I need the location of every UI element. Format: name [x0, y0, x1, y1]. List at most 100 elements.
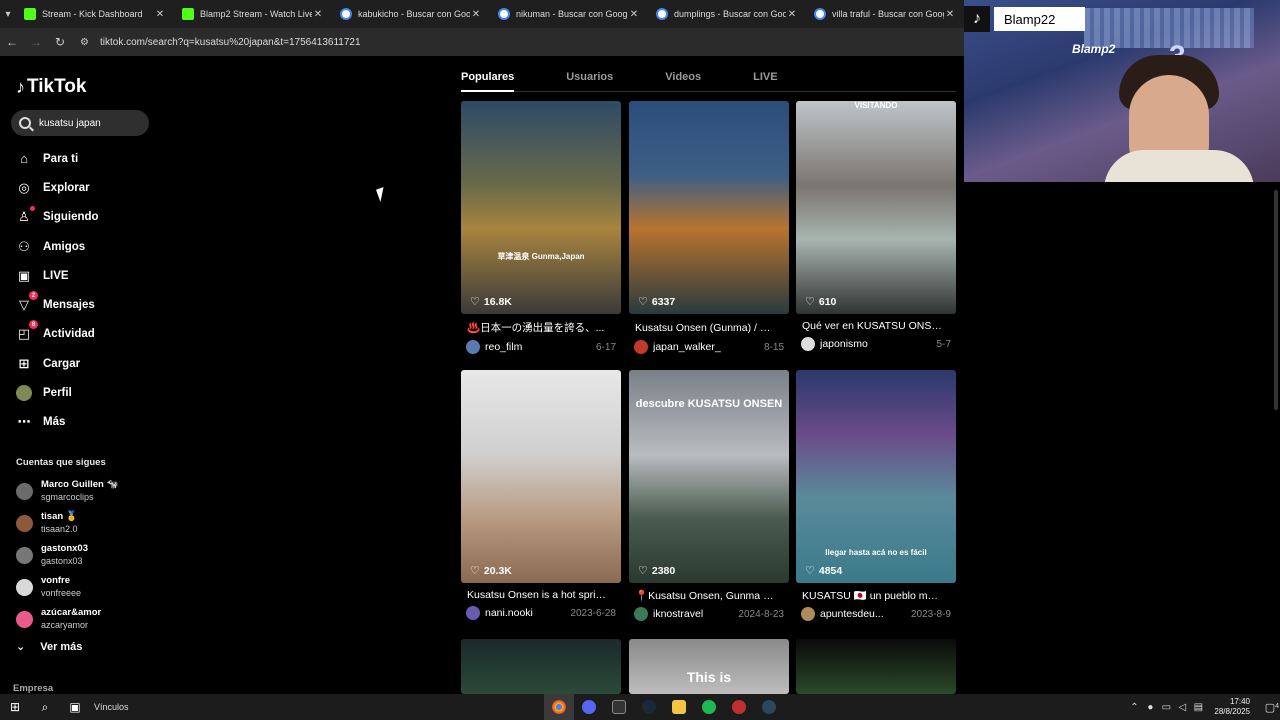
- keyboard-icon[interactable]: ▤: [1190, 702, 1206, 713]
- nav-item-actividad[interactable]: ◰ 8 Actividad: [0, 320, 160, 349]
- search-icon[interactable]: ⌕: [30, 694, 60, 720]
- video-card[interactable]: ♡ 6337 Kusatsu Onsen (Gunma) / 草... japan_…: [629, 101, 789, 354]
- nav-item-siguiendo[interactable]: ♙ Siguiendo: [0, 203, 160, 232]
- video-thumbnail[interactable]: [461, 639, 621, 694]
- close-icon[interactable]: ✕: [786, 9, 798, 20]
- following-item[interactable]: gastonx03 gastonx03: [16, 539, 156, 571]
- chevron-up-icon[interactable]: ⌃: [1126, 702, 1142, 713]
- close-icon[interactable]: ✕: [312, 9, 324, 20]
- chevron-down-icon[interactable]: ▾: [0, 0, 16, 28]
- browser-tab[interactable]: Blamp2 Stream - Watch Live on ✕: [174, 0, 332, 28]
- google-favicon-icon: [814, 8, 826, 20]
- tiktok-logo[interactable]: ♪ TikTok: [16, 76, 86, 98]
- avatar[interactable]: [801, 607, 815, 621]
- microphone-icon[interactable]: ●: [1142, 702, 1158, 713]
- avatar[interactable]: [634, 340, 648, 354]
- video-card[interactable]: 草津温泉 Gunma,Japan ♡ 16.8K ♨️日本一の湧出量を誇る、... r…: [461, 101, 621, 354]
- browser-tab[interactable]: dumplings - Buscar con Google ✕: [648, 0, 806, 28]
- tab-live[interactable]: LIVE: [753, 66, 777, 91]
- author-name[interactable]: iknostravel: [653, 608, 738, 620]
- browser-tab[interactable]: nikuman - Buscar con Google ✕: [490, 0, 648, 28]
- video-title[interactable]: Kusatsu Onsen (Gunma) / 草...: [629, 320, 775, 335]
- browser-tab[interactable]: Stream - Kick Dashboard ✕: [16, 0, 174, 28]
- video-card[interactable]: ♡ 20.3K Kusatsu Onsen is a hot sprin... na…: [461, 370, 621, 620]
- video-title[interactable]: KUSATSU 🇯🇵 un pueblo mági...: [796, 589, 942, 602]
- see-more-button[interactable]: ⌄ Ver más: [16, 640, 82, 654]
- reload-icon[interactable]: ↻: [48, 28, 72, 56]
- steam-icon[interactable]: [634, 694, 664, 720]
- obs-icon[interactable]: [724, 694, 754, 720]
- nav-item-live[interactable]: ▣ LIVE: [0, 261, 160, 290]
- video-card[interactable]: VISITANDO ♡ 610 Qué ver en KUSATSU ONSE... …: [796, 101, 956, 351]
- video-card[interactable]: [796, 639, 956, 694]
- nav-item-perfil[interactable]: Perfil: [0, 378, 160, 407]
- nav-item-mensajes[interactable]: ▽ 2 Mensajes: [0, 290, 160, 319]
- chrome-icon[interactable]: [543, 694, 574, 720]
- author-name[interactable]: nani.nooki: [485, 607, 570, 619]
- task-view-icon[interactable]: ▣: [60, 694, 90, 720]
- network-icon[interactable]: ▭: [1158, 702, 1174, 713]
- video-thumbnail[interactable]: descubre KUSATSU ONSEN ♡ 2380: [629, 370, 789, 583]
- nav-item-m-s[interactable]: ⋯ Más: [0, 408, 160, 437]
- video-card[interactable]: [461, 639, 621, 694]
- avatar[interactable]: [801, 337, 815, 351]
- video-thumbnail[interactable]: [796, 639, 956, 694]
- following-item[interactable]: Marco Guillen 🐄 sgmarcoclips: [16, 475, 156, 507]
- author-name[interactable]: japan_walker_: [653, 341, 764, 353]
- clock[interactable]: 17:40 28/8/2025: [1214, 697, 1250, 717]
- video-thumbnail[interactable]: ♡ 6337: [629, 101, 789, 314]
- close-icon[interactable]: ✕: [154, 9, 166, 20]
- scrollbar-thumb[interactable]: [1274, 190, 1278, 410]
- nav-item-cargar[interactable]: ⊞ Cargar: [0, 349, 160, 378]
- video-card[interactable]: llegar hasta acá no es fácil ♡ 4854 KUSATSU…: [796, 370, 956, 621]
- video-title[interactable]: Qué ver en KUSATSU ONSE...: [796, 320, 942, 332]
- epic-games-icon[interactable]: [604, 694, 634, 720]
- tab-videos[interactable]: Videos: [665, 66, 701, 91]
- browser-tab[interactable]: kabukicho - Buscar con Google ✕: [332, 0, 490, 28]
- author-name[interactable]: apuntesdeu...: [820, 608, 911, 620]
- close-icon[interactable]: ✕: [944, 9, 956, 20]
- video-card[interactable]: descubre KUSATSU ONSEN ♡ 2380 📍Kusatsu Onse…: [629, 370, 789, 621]
- following-item[interactable]: tisan 🏅 tisaan2.0: [16, 507, 156, 539]
- discord-icon[interactable]: [574, 694, 604, 720]
- video-card[interactable]: This is: [629, 639, 789, 694]
- site-settings-icon[interactable]: ⚙: [80, 37, 94, 48]
- spotify-icon[interactable]: [694, 694, 724, 720]
- nav-item-para-ti[interactable]: ⌂ Para ti: [0, 144, 160, 173]
- file-explorer-icon[interactable]: [664, 694, 694, 720]
- search-box[interactable]: [11, 110, 149, 136]
- video-thumbnail[interactable]: llegar hasta acá no es fácil ♡ 4854: [796, 370, 956, 583]
- page-scrollbar[interactable]: [1272, 182, 1280, 694]
- video-thumbnail[interactable]: VISITANDO ♡ 610: [796, 101, 956, 314]
- avatar[interactable]: [634, 607, 648, 621]
- video-title[interactable]: ♨️日本一の湧出量を誇る、...: [461, 320, 607, 335]
- video-title[interactable]: Kusatsu Onsen is a hot sprin...: [461, 589, 607, 601]
- windows-start-icon[interactable]: ⊞: [0, 694, 30, 720]
- nav-item-amigos[interactable]: ⚇ Amigos: [0, 232, 160, 261]
- avatar[interactable]: [466, 606, 480, 620]
- notification-center[interactable]: ▢ 4: [1260, 701, 1280, 714]
- author-name[interactable]: reo_film: [485, 341, 596, 353]
- browser-tab[interactable]: villa traful - Buscar con Google ✕: [806, 0, 964, 28]
- steam-icon-2[interactable]: [754, 694, 784, 720]
- avatar[interactable]: [466, 340, 480, 354]
- tab-populares[interactable]: Populares: [461, 66, 515, 92]
- forward-icon[interactable]: →: [24, 28, 48, 56]
- search-input[interactable]: [39, 117, 139, 129]
- following-item[interactable]: vonfre vonfreeee: [16, 571, 156, 603]
- links-toolbar[interactable]: Vínculos: [94, 702, 129, 712]
- author-name[interactable]: japonismo: [820, 338, 937, 350]
- company-link[interactable]: Empresa: [13, 683, 53, 694]
- back-icon[interactable]: ←: [0, 28, 24, 56]
- tab-usuarios[interactable]: Usuarios: [566, 66, 613, 91]
- nav-item-explorar[interactable]: ◎ Explorar: [0, 173, 160, 202]
- video-title[interactable]: 📍Kusatsu Onsen, Gunma 🇯🇵: [629, 589, 775, 602]
- following-item[interactable]: azúcar&amor azcaryamor: [16, 603, 156, 635]
- video-thumbnail[interactable]: ♡ 20.3K: [461, 370, 621, 583]
- close-icon[interactable]: ✕: [470, 9, 482, 20]
- video-thumbnail[interactable]: 草津温泉 Gunma,Japan ♡ 16.8K: [461, 101, 621, 314]
- close-icon[interactable]: ✕: [628, 9, 640, 20]
- url-field[interactable]: ⚙ tiktok.com/search?q=kusatsu%20japan&t=…: [80, 37, 964, 48]
- volume-icon[interactable]: ◁: [1174, 702, 1190, 713]
- video-thumbnail[interactable]: This is: [629, 639, 789, 694]
